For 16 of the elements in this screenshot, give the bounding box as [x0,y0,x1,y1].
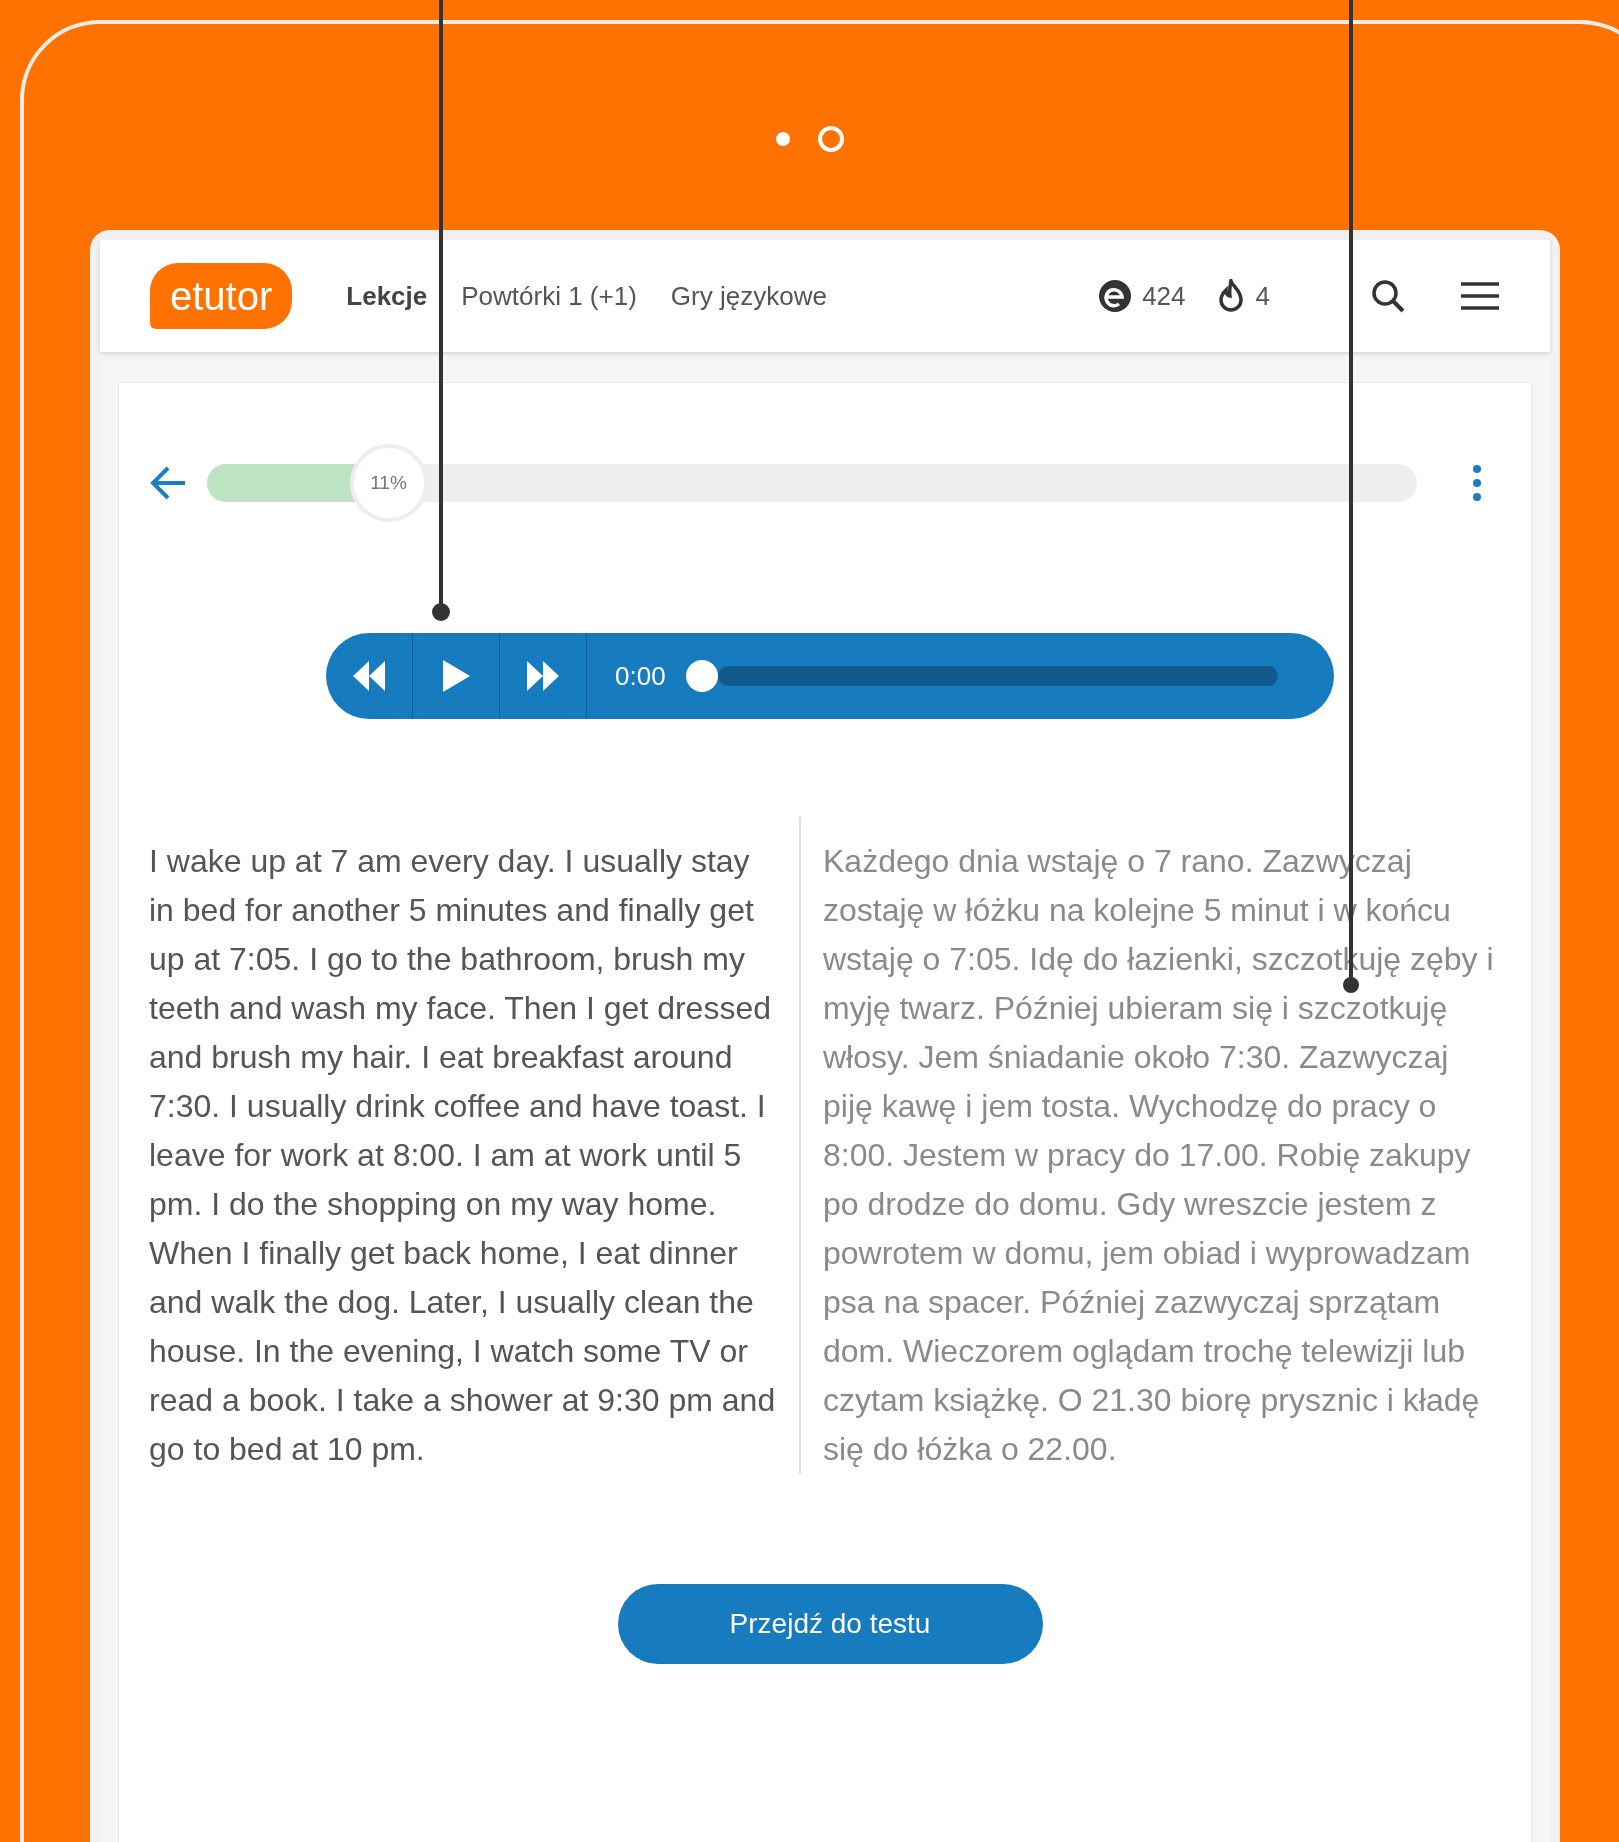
coin-icon [1098,279,1133,313]
rewind-icon [351,661,387,691]
streak-count: 4 [1255,279,1270,313]
english-text: I wake up at 7 am every day. I usually stay in bed for another 5 minutes and finally get up at 7:05. I go to the bathroom, brush my teeth and wash my face. Then I get dressed and brush my hair. I eat breakfast around 7:30. I usually drink coffee and have toast. I leave for work at 8:00. I am at work until 5 pm. I do the shopping on my way home. When I finally get back home, I eat dinner and walk the dog. Later, I usually clean the house. In the evening, I watch some TV or read a book. I take a shower at 9:30 pm and go to bed at 10 pm. [149,842,777,1469]
play-icon [441,659,471,693]
more-options-icon[interactable] [1473,465,1481,501]
time-label: 0:00 [615,659,666,693]
seek-thumb[interactable] [685,660,718,692]
nav-link[interactable]: Powtórki 1 (+1) [461,276,637,316]
test-button[interactable]: Przejdź do testu [617,1584,1043,1664]
search-icon[interactable] [1370,278,1406,314]
nav-link[interactable]: Lekcje [346,276,428,316]
points-count: 424 [1142,279,1186,313]
fast-forward-icon [525,661,561,691]
menu-icon[interactable] [1460,281,1500,311]
nav-link[interactable]: Gry językowe [670,276,827,316]
